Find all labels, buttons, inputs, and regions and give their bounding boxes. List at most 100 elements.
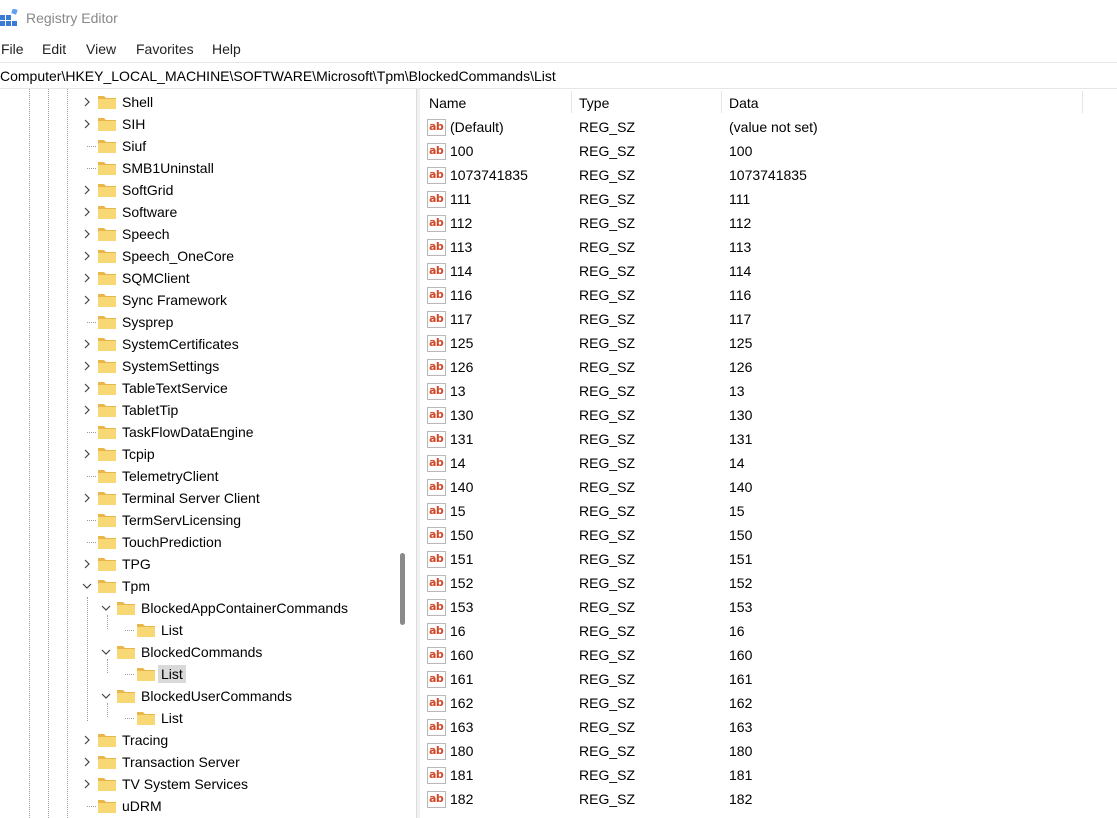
tree-item-siuf[interactable]: Siuf xyxy=(0,135,395,157)
chevron-right-icon[interactable] xyxy=(82,207,92,217)
menu-help[interactable]: Help xyxy=(212,41,241,57)
values-list[interactable]: Name Type Data ab (Default) REG_SZ (value n… xyxy=(421,89,1117,818)
chevron-right-icon[interactable] xyxy=(82,361,92,371)
column-data[interactable]: Data xyxy=(729,95,759,111)
column-name[interactable]: Name xyxy=(429,95,466,111)
value-row[interactable]: ab 117 REG_SZ 117 xyxy=(421,308,1117,332)
chevron-right-icon[interactable] xyxy=(82,383,92,393)
tree-item-touchprediction[interactable]: TouchPrediction xyxy=(0,531,395,553)
tree-item-udrm[interactable]: uDRM xyxy=(0,795,395,817)
value-row[interactable]: ab 151 REG_SZ 151 xyxy=(421,548,1117,572)
tree-item-transaction-server[interactable]: Transaction Server xyxy=(0,751,395,773)
tree-item-sqmclient[interactable]: SQMClient xyxy=(0,267,395,289)
column-type[interactable]: Type xyxy=(579,95,609,111)
value-row[interactable]: ab 161 REG_SZ 161 xyxy=(421,668,1117,692)
tree-item-tpg[interactable]: TPG xyxy=(0,553,395,575)
chevron-right-icon[interactable] xyxy=(82,779,92,789)
tree-item-tablettip[interactable]: TabletTip xyxy=(0,399,395,421)
chevron-down-icon[interactable] xyxy=(82,581,92,591)
value-row[interactable]: ab 160 REG_SZ 160 xyxy=(421,644,1117,668)
tree-item-termservlicensing[interactable]: TermServLicensing xyxy=(0,509,395,531)
tree-item-sysprep[interactable]: Sysprep xyxy=(0,311,395,333)
chevron-right-icon[interactable] xyxy=(82,119,92,129)
tree-item-telemetryclient[interactable]: TelemetryClient xyxy=(0,465,395,487)
value-row[interactable]: ab 140 REG_SZ 140 xyxy=(421,476,1117,500)
tree-item-taskflowdataengine[interactable]: TaskFlowDataEngine xyxy=(0,421,395,443)
address-path[interactable]: Computer\HKEY_LOCAL_MACHINE\SOFTWARE\Mic… xyxy=(0,68,556,84)
tree-item-softgrid[interactable]: SoftGrid xyxy=(0,179,395,201)
menu-file[interactable]: File xyxy=(1,41,24,57)
value-row[interactable]: ab 150 REG_SZ 150 xyxy=(421,524,1117,548)
value-row[interactable]: ab 180 REG_SZ 180 xyxy=(421,740,1117,764)
tree-item-shell[interactable]: Shell xyxy=(0,91,395,113)
tree-scrollbar-thumb[interactable] xyxy=(400,553,405,625)
tree-item-sih[interactable]: SIH xyxy=(0,113,395,135)
tree-item-sync-framework[interactable]: Sync Framework xyxy=(0,289,395,311)
menu-edit[interactable]: Edit xyxy=(42,41,66,57)
chevron-right-icon[interactable] xyxy=(82,757,92,767)
value-row[interactable]: ab 16 REG_SZ 16 xyxy=(421,620,1117,644)
column-divider[interactable] xyxy=(1082,91,1083,113)
tree-scrollbar[interactable] xyxy=(397,89,409,818)
value-row[interactable]: ab 100 REG_SZ 100 xyxy=(421,140,1117,164)
key-tree[interactable]: Shell SIH Siuf SMB1Uninstall SoftGrid Softwar… xyxy=(0,89,411,818)
value-row[interactable]: ab 126 REG_SZ 126 xyxy=(421,356,1117,380)
value-row[interactable]: ab 153 REG_SZ 153 xyxy=(421,596,1117,620)
column-divider[interactable] xyxy=(571,91,572,113)
chevron-right-icon[interactable] xyxy=(82,229,92,239)
tree-item-list[interactable]: List xyxy=(0,707,395,729)
address-bar[interactable]: Computer\HKEY_LOCAL_MACHINE\SOFTWARE\Mic… xyxy=(0,62,1117,89)
value-row[interactable]: ab 15 REG_SZ 15 xyxy=(421,500,1117,524)
chevron-right-icon[interactable] xyxy=(82,449,92,459)
value-row[interactable]: ab 130 REG_SZ 130 xyxy=(421,404,1117,428)
value-row[interactable]: ab 111 REG_SZ 111 xyxy=(421,188,1117,212)
value-row[interactable]: ab 182 REG_SZ 182 xyxy=(421,788,1117,812)
value-row[interactable]: ab 112 REG_SZ 112 xyxy=(421,212,1117,236)
value-row[interactable]: ab 114 REG_SZ 114 xyxy=(421,260,1117,284)
value-row[interactable]: ab 162 REG_SZ 162 xyxy=(421,692,1117,716)
chevron-right-icon[interactable] xyxy=(82,185,92,195)
chevron-down-icon[interactable] xyxy=(101,603,111,613)
tree-item-list[interactable]: List xyxy=(0,619,395,641)
tree-item-speech-onecore[interactable]: Speech_OneCore xyxy=(0,245,395,267)
tree-item-smb1uninstall[interactable]: SMB1Uninstall xyxy=(0,157,395,179)
tree-item-blockedappcontainercommands[interactable]: BlockedAppContainerCommands xyxy=(0,597,395,619)
value-row[interactable]: ab 181 REG_SZ 181 xyxy=(421,764,1117,788)
chevron-right-icon[interactable] xyxy=(82,493,92,503)
chevron-right-icon[interactable] xyxy=(82,273,92,283)
column-divider[interactable] xyxy=(721,91,722,113)
tree-item-tpm[interactable]: Tpm xyxy=(0,575,395,597)
value-row[interactable]: ab 116 REG_SZ 116 xyxy=(421,284,1117,308)
chevron-right-icon[interactable] xyxy=(82,295,92,305)
value-row[interactable]: ab 131 REG_SZ 131 xyxy=(421,428,1117,452)
value-row[interactable]: ab 113 REG_SZ 113 xyxy=(421,236,1117,260)
value-row[interactable]: ab 13 REG_SZ 13 xyxy=(421,380,1117,404)
value-row[interactable]: ab 125 REG_SZ 125 xyxy=(421,332,1117,356)
tree-item-speech[interactable]: Speech xyxy=(0,223,395,245)
chevron-down-icon[interactable] xyxy=(101,691,111,701)
tree-item-tabletextservice[interactable]: TableTextService xyxy=(0,377,395,399)
chevron-right-icon[interactable] xyxy=(82,339,92,349)
value-row[interactable]: ab 163 REG_SZ 163 xyxy=(421,716,1117,740)
chevron-right-icon[interactable] xyxy=(82,735,92,745)
value-row[interactable]: ab (Default) REG_SZ (value not set) xyxy=(421,116,1117,140)
tree-item-terminal-server-client[interactable]: Terminal Server Client xyxy=(0,487,395,509)
menu-view[interactable]: View xyxy=(86,41,116,57)
tree-item-systemsettings[interactable]: SystemSettings xyxy=(0,355,395,377)
value-row[interactable]: ab 14 REG_SZ 14 xyxy=(421,452,1117,476)
chevron-right-icon[interactable] xyxy=(82,97,92,107)
tree-item-blockedusercommands[interactable]: BlockedUserCommands xyxy=(0,685,395,707)
chevron-right-icon[interactable] xyxy=(82,559,92,569)
value-row[interactable]: ab 1073741835 REG_SZ 1073741835 xyxy=(421,164,1117,188)
tree-item-systemcertificates[interactable]: SystemCertificates xyxy=(0,333,395,355)
tree-item-blockedcommands[interactable]: BlockedCommands xyxy=(0,641,395,663)
pane-splitter[interactable] xyxy=(416,89,420,818)
tree-item-tracing[interactable]: Tracing xyxy=(0,729,395,751)
menu-favorites[interactable]: Favorites xyxy=(136,41,194,57)
value-row[interactable]: ab 152 REG_SZ 152 xyxy=(421,572,1117,596)
chevron-right-icon[interactable] xyxy=(82,251,92,261)
chevron-right-icon[interactable] xyxy=(82,405,92,415)
tree-item-tcpip[interactable]: Tcpip xyxy=(0,443,395,465)
chevron-down-icon[interactable] xyxy=(101,647,111,657)
tree-item-software[interactable]: Software xyxy=(0,201,395,223)
